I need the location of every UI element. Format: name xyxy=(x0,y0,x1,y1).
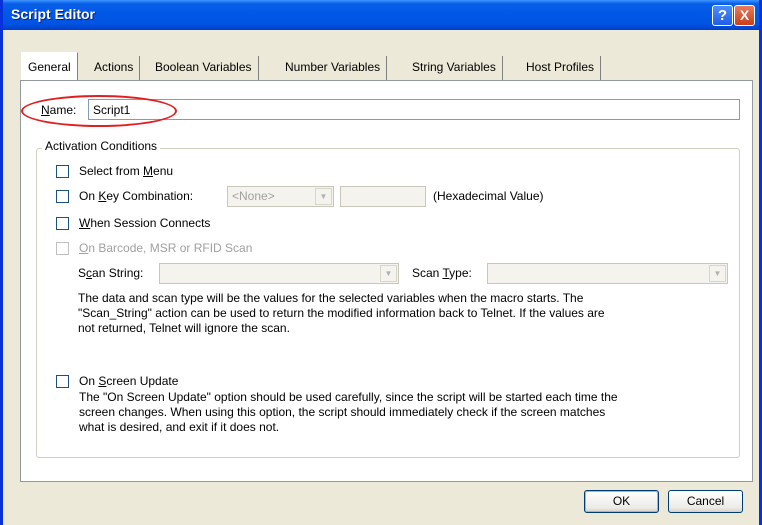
tab-boolean-variables[interactable]: Boolean Variables xyxy=(149,56,259,80)
tab-string-variables[interactable]: String Variables xyxy=(406,56,503,80)
scan-info-text: The data and scan type will be the value… xyxy=(78,291,605,335)
session-connects-checkbox[interactable] xyxy=(56,217,69,230)
hex-value-label: (Hexadecimal Value) xyxy=(433,189,544,203)
screen-update-info-text: The "On Screen Update" option should be … xyxy=(79,390,618,434)
barcode-scan-checkbox[interactable] xyxy=(56,242,69,255)
activation-conditions-title: Activation Conditions xyxy=(42,139,161,153)
screen-update-checkbox[interactable] xyxy=(56,375,69,388)
session-connects-label: When Session Connects xyxy=(79,216,211,230)
tab-actions[interactable]: Actions xyxy=(88,56,141,80)
select-from-menu-checkbox[interactable] xyxy=(56,165,69,178)
chevron-down-icon: ▼ xyxy=(380,265,397,282)
barcode-scan-label: On Barcode, MSR or RFID Scan xyxy=(79,241,253,255)
key-combination-checkbox[interactable] xyxy=(56,190,69,203)
ok-button[interactable]: OK xyxy=(584,490,659,513)
scan-string-label: Scan String: xyxy=(78,266,144,280)
key-combination-label: On Key Combination: xyxy=(79,189,194,203)
chevron-down-icon: ▼ xyxy=(709,265,726,282)
help-button[interactable]: ? xyxy=(712,5,733,26)
title-bar[interactable]: Script Editor ? X xyxy=(3,0,759,30)
scan-type-select[interactable]: ▼ xyxy=(487,263,728,284)
tab-general[interactable]: General xyxy=(21,52,78,80)
hex-value-input[interactable] xyxy=(340,186,426,207)
chevron-down-icon: ▼ xyxy=(315,188,332,205)
tab-number-variables[interactable]: Number Variables xyxy=(279,56,388,80)
select-from-menu-label: Select from Menu xyxy=(79,164,174,178)
tab-host-profiles[interactable]: Host Profiles xyxy=(520,56,602,80)
name-input[interactable] xyxy=(88,99,740,120)
cancel-button[interactable]: Cancel xyxy=(668,490,743,513)
close-button[interactable]: X xyxy=(734,5,755,26)
screen-update-label: On Screen Update xyxy=(79,374,179,388)
window-title: Script Editor xyxy=(11,6,96,22)
scan-type-label: Scan Type: xyxy=(412,266,472,280)
scan-string-select[interactable]: ▼ xyxy=(159,263,399,284)
highlight-oval xyxy=(21,95,177,127)
key-combination-value: <None> xyxy=(232,189,275,203)
key-combination-select[interactable]: <None> ▼ xyxy=(227,186,334,207)
